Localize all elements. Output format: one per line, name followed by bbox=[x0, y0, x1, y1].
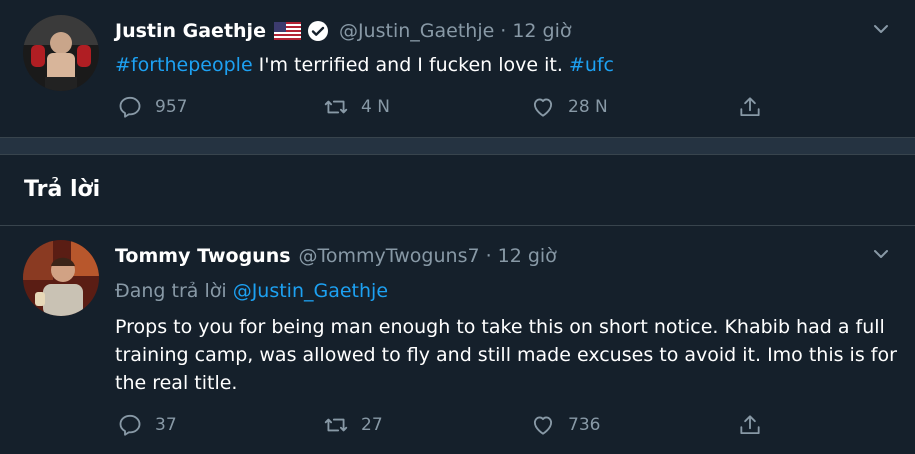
like-icon bbox=[533, 416, 553, 435]
author-name[interactable]: Justin Gaethje bbox=[115, 20, 266, 42]
replies-header: Trả lời bbox=[0, 155, 915, 226]
tweet-reply[interactable]: Tommy Twoguns @TommyTwoguns7 · 12 giờ Đa… bbox=[0, 226, 915, 454]
hashtag-link[interactable]: #ufc bbox=[569, 54, 614, 76]
avatar[interactable] bbox=[23, 240, 99, 316]
like-button[interactable]: 28 N bbox=[530, 94, 608, 120]
section-title: Trả lời bbox=[24, 177, 101, 202]
hashtag-link[interactable]: #forthepeople bbox=[115, 54, 253, 76]
tweet-main[interactable]: Justin Gaethje @Justin_Gaethje · 12 giờ bbox=[0, 0, 915, 137]
reply-count: 957 bbox=[155, 97, 188, 117]
replying-to: Đang trả lời @Justin_Gaethje bbox=[115, 280, 388, 302]
caret-down-icon[interactable] bbox=[872, 245, 890, 263]
reply-count: 37 bbox=[155, 415, 177, 435]
share-icon bbox=[740, 97, 760, 117]
author-name[interactable]: Tommy Twoguns bbox=[115, 245, 291, 267]
reply-button[interactable]: 37 bbox=[117, 412, 177, 438]
retweet-button[interactable]: 4 N bbox=[323, 94, 390, 120]
verified-badge-icon bbox=[307, 20, 329, 42]
separator-dot: · bbox=[485, 245, 492, 267]
like-count: 736 bbox=[568, 415, 601, 435]
tweet-text: #forthepeople I'm terrified and I fucken… bbox=[115, 51, 614, 79]
retweet-button[interactable]: 27 bbox=[323, 412, 383, 438]
separator-dot: · bbox=[500, 20, 507, 42]
us-flag-icon bbox=[273, 22, 301, 40]
author-handle[interactable]: @Justin_Gaethje bbox=[339, 20, 494, 42]
retweet-count: 27 bbox=[361, 415, 383, 435]
timestamp[interactable]: 12 giờ bbox=[498, 245, 557, 267]
share-icon bbox=[740, 415, 760, 435]
retweet-count: 4 N bbox=[361, 97, 390, 117]
retweet-icon bbox=[324, 418, 348, 432]
reply-button[interactable]: 957 bbox=[117, 94, 187, 120]
reply-icon bbox=[119, 414, 141, 436]
like-button[interactable]: 736 bbox=[530, 412, 600, 438]
like-count: 28 N bbox=[568, 97, 608, 117]
tweet-text-body: I'm terrified and I fucken love it. bbox=[252, 54, 569, 76]
timestamp[interactable]: 12 giờ bbox=[512, 20, 571, 42]
tweet-text: Props to you for being man enough to tak… bbox=[115, 316, 897, 394]
avatar[interactable] bbox=[23, 15, 99, 91]
share-button[interactable] bbox=[737, 412, 775, 438]
section-separator bbox=[0, 137, 915, 155]
author-handle[interactable]: @TommyTwoguns7 bbox=[299, 245, 480, 267]
reply-icon bbox=[119, 96, 141, 118]
retweet-icon bbox=[324, 100, 348, 114]
mention-link[interactable]: @Justin_Gaethje bbox=[233, 280, 388, 302]
like-icon bbox=[533, 98, 553, 117]
caret-down-icon[interactable] bbox=[872, 20, 890, 38]
share-button[interactable] bbox=[737, 94, 775, 120]
replying-prefix: Đang trả lời bbox=[115, 280, 233, 302]
